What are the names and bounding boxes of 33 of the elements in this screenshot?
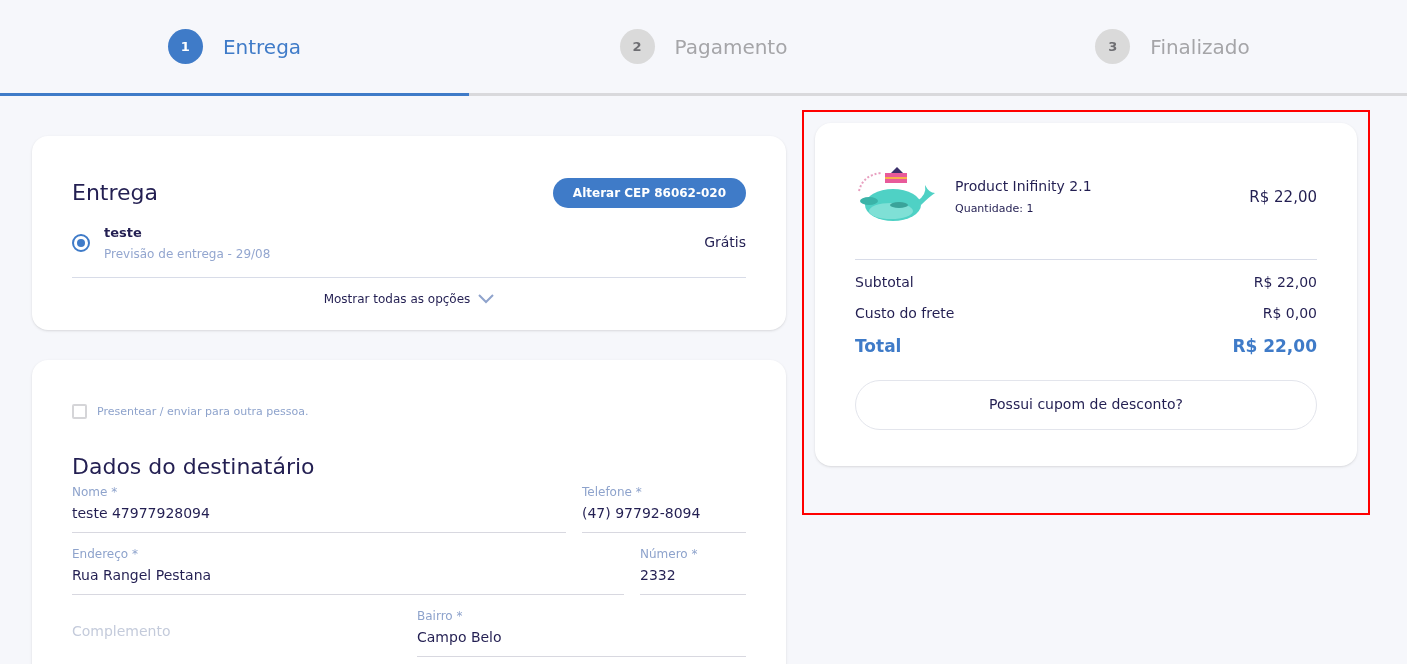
step-number: 3 xyxy=(1095,29,1131,64)
text-field[interactable]: Telefone * (47) 97792-8094 xyxy=(582,483,746,533)
step-label: Finalizado xyxy=(1150,33,1250,61)
text-field[interactable]: Complemento xyxy=(72,621,401,642)
product-quantity: Quantidade: 1 xyxy=(955,201,1035,218)
summary-label: Custo do frete xyxy=(855,304,955,323)
step-number: 2 xyxy=(619,29,655,64)
total-label: Total xyxy=(855,335,902,358)
summary-label: Subtotal xyxy=(855,273,914,292)
radio-button[interactable] xyxy=(72,233,90,252)
product-name: Product Inifinity 2.1 xyxy=(955,177,1093,197)
step-number: 1 xyxy=(167,29,203,64)
text-field[interactable]: Número * 2332 xyxy=(640,545,746,595)
checkbox[interactable] xyxy=(72,404,87,420)
step-label: Pagamento xyxy=(674,33,788,61)
text-field[interactable]: Nome * teste 47977928094 xyxy=(72,483,566,533)
show-all-options-button[interactable]: Mostrar todas as opções xyxy=(323,289,495,308)
section-title: Dados do destinatário xyxy=(72,453,316,481)
text-field[interactable]: Bairro * Campo Belo xyxy=(417,607,746,657)
product-price: R$ 22,00 xyxy=(1249,186,1317,208)
option-name: teste xyxy=(104,224,143,242)
summary-value: R$ 22,00 xyxy=(1253,273,1317,292)
chevron-down-icon xyxy=(478,293,495,304)
coupon-button[interactable]: Possui cupom de desconto? xyxy=(855,379,1317,430)
section-title: Entrega xyxy=(72,179,158,207)
change-cep-button[interactable]: Alterar CEP 86062-020 xyxy=(552,177,746,208)
total-value: R$ 22,00 xyxy=(1232,335,1317,358)
delivery-estimate: Previsão de entrega - 29/08 xyxy=(104,245,272,263)
option-price: Grátis xyxy=(704,233,746,253)
summary-value: R$ 0,00 xyxy=(1262,304,1317,323)
checkbox-label: Presentear / enviar para outra pessoa. xyxy=(97,403,309,420)
text-field[interactable]: Endereço * Rua Rangel Pestana xyxy=(72,545,624,595)
step-label: Entrega xyxy=(222,33,302,61)
